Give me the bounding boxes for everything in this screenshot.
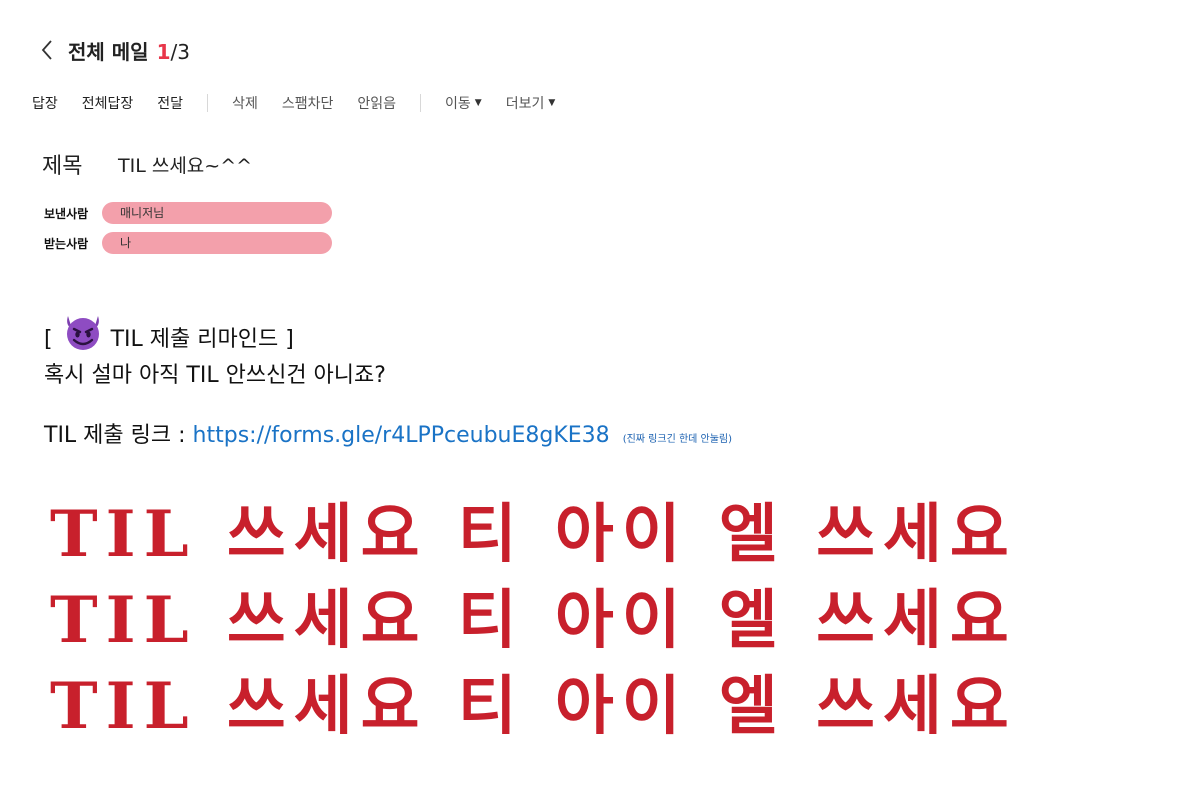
- reply-all-button[interactable]: 전체답장: [82, 93, 134, 113]
- caret-down-icon: ▼: [548, 98, 556, 108]
- link-label: TIL 제출 링크 :: [44, 423, 186, 448]
- bracket-open: [: [44, 327, 53, 352]
- subject-label: 제목: [42, 154, 83, 179]
- submission-link[interactable]: https://forms.gle/r4LPPceubuE8gKE38: [193, 423, 610, 448]
- subject-value: TIL 쓰세요~^^: [118, 154, 253, 177]
- sender-row: 보낸사람 매니저님: [44, 202, 332, 224]
- mail-toolbar: 답장 전체답장 전달 삭제 스팸차단 안읽음 이동 ▼ 더보기 ▼: [32, 90, 579, 116]
- move-dropdown[interactable]: 이동 ▼: [445, 93, 482, 113]
- delete-button[interactable]: 삭제: [232, 93, 258, 113]
- chevron-left-icon[interactable]: [40, 35, 66, 65]
- reply-button[interactable]: 답장: [32, 93, 58, 113]
- big-red-text-block: TIL 쓰세요 티 아이 엘 쓰세요 TIL 쓰세요 티 아이 엘 쓰세요 TI…: [50, 492, 1017, 750]
- block-spam-button[interactable]: 스팸차단: [282, 93, 334, 113]
- current-mail-index: 1: [156, 39, 171, 64]
- sender-pill[interactable]: 매니저님: [102, 202, 332, 224]
- caret-down-icon: ▼: [474, 98, 482, 108]
- mail-header: 전체 메일 1 / 3: [40, 34, 190, 66]
- recipient-label: 받는사람: [44, 236, 89, 251]
- toolbar-divider: [207, 94, 209, 112]
- big-red-line: TIL 쓰세요 티 아이 엘 쓰세요: [50, 497, 1017, 572]
- mail-subject: 제목 TIL 쓰세요~^^: [42, 148, 252, 180]
- more-label: 더보기: [505, 96, 545, 112]
- folder-title: 전체 메일: [68, 39, 149, 64]
- recipient-pill[interactable]: 나: [102, 232, 332, 254]
- mail-body: [ TIL 제출 리마인드 ] 혹시 설마 아직 TIL 안쓰신건 아니죠? T…: [44, 312, 732, 455]
- big-red-line: TIL 쓰세요 티 아이 엘 쓰세요: [50, 583, 1017, 658]
- more-dropdown[interactable]: 더보기 ▼: [506, 93, 556, 113]
- count-separator: /: [170, 39, 178, 64]
- mark-unread-button[interactable]: 안읽음: [357, 93, 396, 113]
- body-line-link: TIL 제출 링크 : https://forms.gle/r4LPPceubu…: [44, 421, 732, 455]
- body-line-question: 혹시 설마 아직 TIL 안쓰신건 아니죠?: [44, 363, 386, 388]
- big-red-line: TIL 쓰세요 티 아이 엘 쓰세요: [50, 669, 1017, 744]
- sender-label: 보낸사람: [44, 206, 89, 221]
- total-mail-count: 3: [177, 39, 190, 64]
- move-label: 이동: [445, 96, 471, 112]
- page-title: 전체 메일 1 / 3: [68, 36, 190, 65]
- body-line-reminder: [ TIL 제출 리마인드 ]: [44, 312, 732, 361]
- toolbar-divider: [420, 94, 421, 112]
- forward-button[interactable]: 전달: [157, 93, 183, 113]
- smiling-devil-icon: [61, 312, 105, 361]
- link-note: (진짜 링크긴 한데 안눌림): [622, 434, 733, 445]
- recipient-row: 받는사람 나: [44, 232, 332, 254]
- reminder-text: TIL 제출 리마인드 ]: [110, 327, 294, 352]
